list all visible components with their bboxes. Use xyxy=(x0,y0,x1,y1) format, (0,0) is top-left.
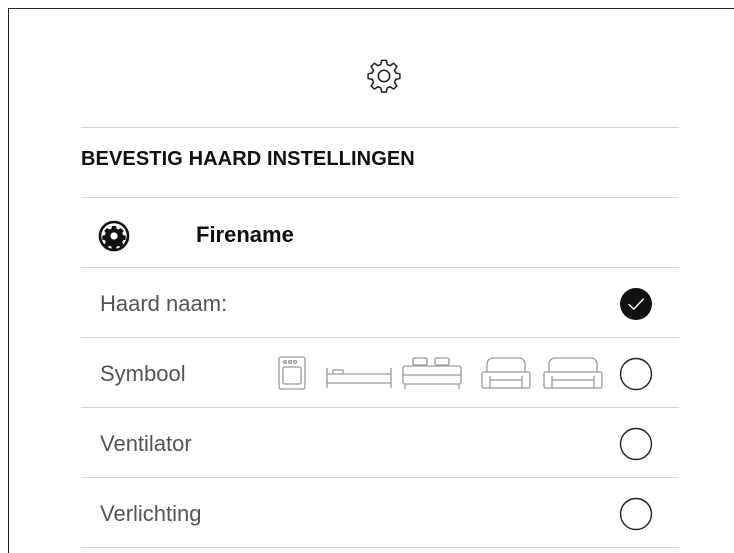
divider xyxy=(81,127,679,128)
checked-circle-icon[interactable] xyxy=(619,287,653,321)
divider xyxy=(81,547,679,548)
double-bed-icon[interactable] xyxy=(399,354,465,392)
divider xyxy=(81,477,679,478)
row-label-haard-naam: Haard naam: xyxy=(100,291,228,316)
armchair-icon[interactable] xyxy=(479,354,535,392)
settings-filled-icon[interactable] xyxy=(98,220,130,252)
settings-panel: BEVESTIG HAARD INSTELLINGEN Firename Haa… xyxy=(8,8,734,553)
divider xyxy=(81,407,679,408)
divider xyxy=(81,337,679,338)
sofa-icon[interactable] xyxy=(541,354,607,392)
divider xyxy=(81,197,679,198)
unchecked-circle-icon[interactable] xyxy=(619,427,653,461)
row-label-ventilator: Ventilator xyxy=(100,431,192,456)
row-label-verlichting: Verlichting xyxy=(100,501,202,526)
settings-outline-icon[interactable] xyxy=(365,57,403,95)
row-label-symbool: Symbool xyxy=(100,361,186,386)
divider xyxy=(81,267,679,268)
single-bed-icon[interactable] xyxy=(323,354,395,392)
section-title: BEVESTIG HAARD INSTELLINGEN xyxy=(81,148,415,170)
unchecked-circle-icon[interactable] xyxy=(619,497,653,531)
oven-icon[interactable] xyxy=(275,354,311,392)
fire-name: Firename xyxy=(196,222,294,247)
unchecked-circle-icon[interactable] xyxy=(619,357,653,391)
